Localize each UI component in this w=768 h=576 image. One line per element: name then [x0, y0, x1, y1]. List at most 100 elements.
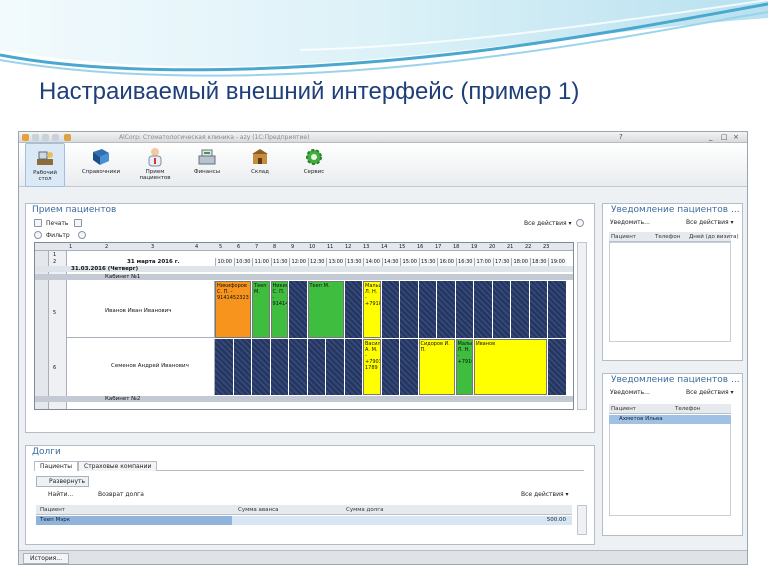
column-number: 11 — [327, 244, 334, 250]
forward-icon[interactable] — [52, 134, 59, 141]
tab-patients[interactable]: Пациенты — [34, 461, 79, 471]
app-window: AlCorp: Стоматологическая клиника - azy … — [18, 131, 748, 565]
notify2-row[interactable]: Ахметов Ильва — [609, 415, 731, 424]
appointment-block[interactable]: Тееп М. — [252, 281, 270, 338]
status-bar: История... — [19, 550, 747, 564]
appointment-block[interactable]: Сидоров И. П. — [418, 339, 455, 395]
busy-slot[interactable] — [344, 339, 362, 395]
section-service[interactable]: Сервис — [299, 143, 329, 187]
busy-slot[interactable] — [326, 339, 344, 395]
busy-slot[interactable] — [474, 281, 492, 338]
section-reception[interactable]: Прием пациентов — [137, 143, 173, 187]
grid-vertical-scrollbar[interactable] — [577, 242, 587, 410]
time-slot-header: 17:00 — [474, 258, 493, 266]
time-slot-header: 17:30 — [492, 258, 511, 266]
row-number: 6 — [53, 365, 57, 371]
busy-slot[interactable] — [270, 339, 288, 395]
gear-icon — [306, 149, 322, 165]
notify2-col-phone: Телефон — [675, 406, 701, 412]
busy-slot[interactable] — [381, 339, 399, 395]
appointment-block[interactable]: Никифоров С. П. - 9141452323 — [215, 281, 251, 338]
minimize-button[interactable]: _ — [709, 133, 713, 142]
section-warehouse[interactable]: Склад — [245, 143, 275, 187]
notify2-all-actions[interactable]: Все действия ▾ — [683, 388, 737, 397]
debts-scrollbar[interactable] — [577, 505, 587, 535]
filter-button[interactable]: Фильтр — [43, 231, 73, 240]
refresh-icon[interactable] — [78, 231, 86, 239]
column-number: 7 — [255, 244, 259, 250]
row-number: 2 — [53, 259, 57, 265]
help-icon[interactable] — [576, 219, 584, 227]
section-finance[interactable]: Финансы — [189, 143, 225, 187]
find-button[interactable]: Найти... — [38, 490, 76, 499]
all-actions-button[interactable]: Все действия ▾ — [521, 219, 575, 228]
busy-slot[interactable] — [400, 281, 418, 338]
column-number: 21 — [507, 244, 514, 250]
section-desktop[interactable]: Рабочий стол — [25, 143, 65, 187]
column-number: 23 — [543, 244, 550, 250]
time-slot-header: 18:00 — [511, 258, 530, 266]
busy-slot[interactable] — [548, 281, 566, 338]
appointment-block[interactable]: Иванов — [474, 339, 547, 395]
back-icon[interactable] — [42, 134, 49, 141]
expand-button[interactable]: Развернуть — [36, 476, 90, 487]
busy-slot[interactable] — [215, 339, 233, 395]
busy-slot[interactable] — [548, 339, 566, 395]
notify1-table-body — [609, 242, 731, 342]
column-number: 13 — [363, 244, 370, 250]
app-logo-icon — [22, 134, 29, 141]
debts-all-actions[interactable]: Все действия ▾ — [518, 490, 572, 499]
section-catalogs[interactable]: Справочники — [79, 143, 123, 187]
busy-slot[interactable] — [233, 339, 251, 395]
table-icon[interactable] — [74, 219, 82, 227]
return-debt-button[interactable]: Возврат долга — [88, 490, 147, 499]
debts-tabs: Пациенты Страховые компании — [34, 461, 584, 471]
debts-row[interactable]: Тееп Мэрк 500.00 — [36, 516, 572, 525]
menu-icon[interactable] — [32, 134, 39, 141]
column-number: 8 — [273, 244, 277, 250]
notify1-button[interactable]: Уведомить... — [607, 218, 653, 227]
debts-table-header: Пациент Сумма аванса Сумма долга — [36, 505, 572, 515]
book-icon — [93, 149, 109, 165]
filter-icon — [34, 231, 42, 239]
busy-slot[interactable] — [511, 281, 529, 338]
busy-slot[interactable] — [455, 281, 473, 338]
busy-slot[interactable] — [437, 281, 455, 338]
time-slot-header: 18:30 — [529, 258, 548, 266]
busy-slot[interactable] — [344, 281, 362, 338]
maximize-button[interactable]: □ — [721, 133, 728, 142]
reception-panel: Прием пациентов Печать Все действия ▾ Фи… — [25, 203, 595, 433]
busy-slot[interactable] — [418, 281, 436, 338]
busy-slot[interactable] — [252, 339, 270, 395]
time-slot-header: 10:30 — [233, 258, 252, 266]
appointment-block[interactable]: Мальцова Л. Н. - +7910333333 — [455, 339, 473, 395]
favorites-icon[interactable] — [64, 134, 71, 141]
print-button[interactable]: Печать — [43, 219, 71, 228]
close-button[interactable]: × — [733, 133, 739, 142]
appointment-block[interactable]: Васильев А. М. - +7903420 1789 — [363, 339, 381, 395]
column-number: 17 — [435, 244, 442, 250]
time-slot-header: 11:00 — [252, 258, 271, 266]
busy-slot[interactable] — [307, 339, 325, 395]
appointment-block[interactable]: Мальцова Л. Н. - +7910333333 — [363, 281, 381, 338]
time-slot-header: 15:00 — [400, 258, 419, 266]
busy-slot[interactable] — [529, 281, 547, 338]
notify1-all-actions[interactable]: Все действия ▾ — [683, 218, 737, 227]
busy-slot[interactable] — [400, 339, 418, 395]
busy-slot[interactable] — [289, 339, 307, 395]
cabinet2-label: Кабинет №2 — [105, 396, 141, 402]
busy-slot[interactable] — [289, 281, 307, 338]
appointment-block[interactable]: Тееп М. — [307, 281, 344, 338]
history-button[interactable]: История... — [23, 553, 69, 564]
time-slot-header: 12:00 — [289, 258, 308, 266]
notify2-button[interactable]: Уведомить... — [607, 388, 653, 397]
busy-slot[interactable] — [492, 281, 510, 338]
notify2-col-patient: Пациент — [611, 406, 637, 412]
notify2-table-header: Пациент Телефон — [609, 404, 731, 414]
appointment-block[interactable]: Никифоров С. П. - 9141452323 — [270, 281, 288, 338]
tab-insurance[interactable]: Страховые компании — [78, 461, 158, 471]
busy-slot[interactable] — [381, 281, 399, 338]
help-button[interactable]: ? — [619, 133, 623, 142]
column-number: 22 — [525, 244, 532, 250]
title-bar: AlCorp: Стоматологическая клиника - azy … — [19, 132, 747, 143]
